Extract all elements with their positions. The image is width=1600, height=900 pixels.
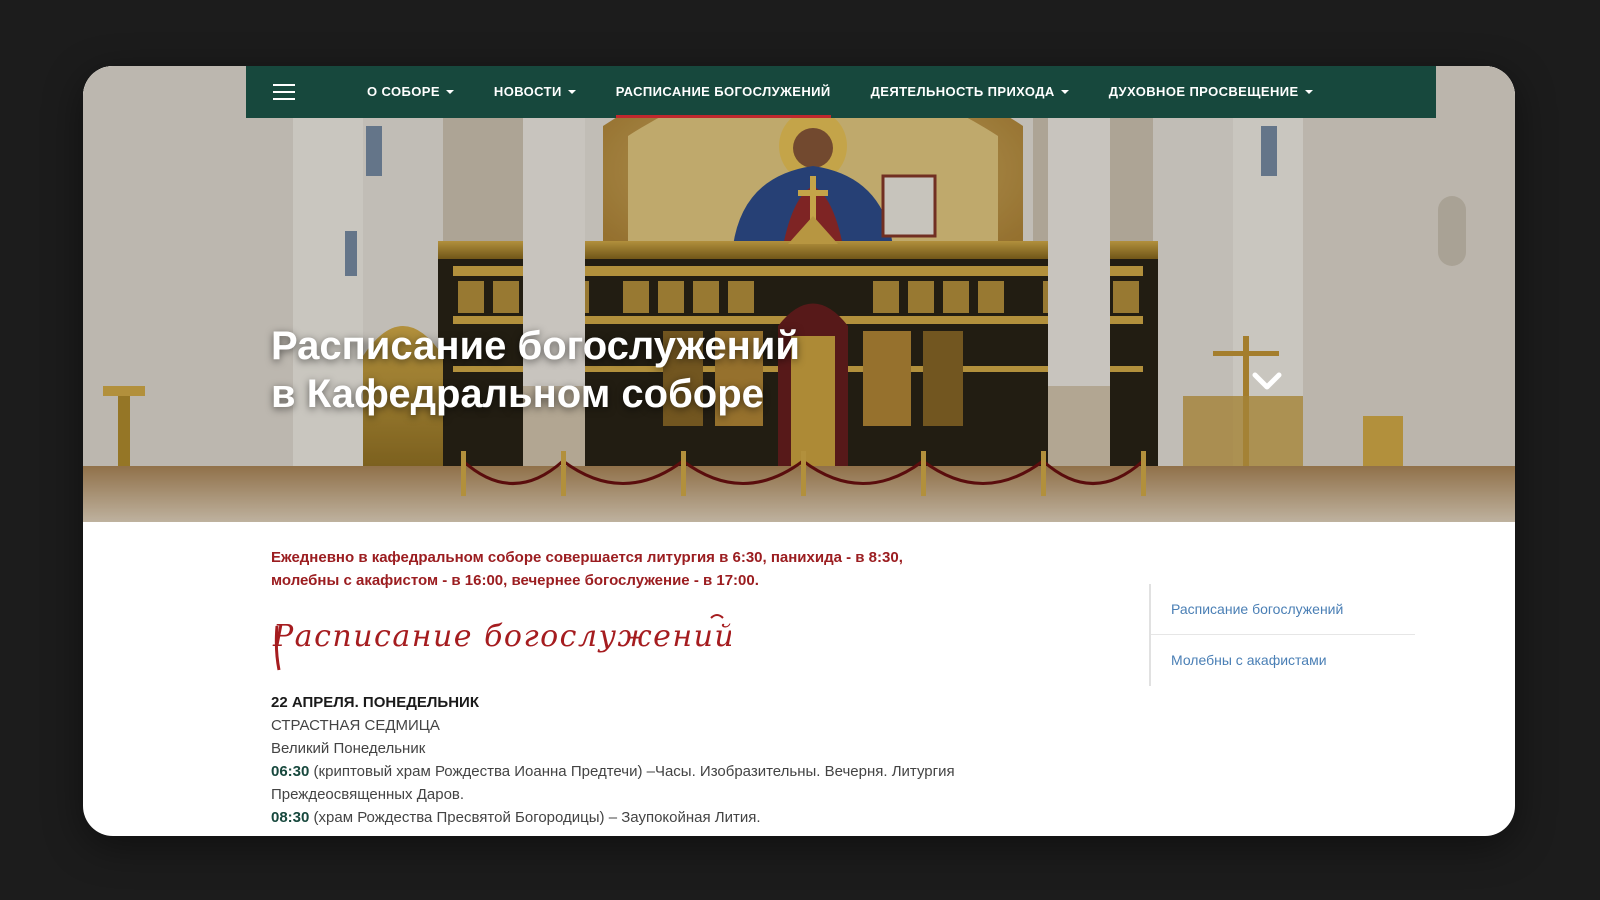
schedule-entry: 08:30 (храм Рождества Пресвятой Богороди… (271, 806, 1011, 829)
caret-down-icon (1060, 89, 1069, 94)
chevron-down-icon[interactable] (1251, 369, 1283, 393)
sidebar-link-akathist-prayers[interactable]: Молебны с акафистами (1151, 634, 1415, 685)
nav-item-spiritual-education[interactable]: ДУХОВНОЕ ПРОСВЕЩЕНИЕ (1109, 66, 1313, 118)
notice-line2: молебны с акафистом - в 16:00, вечернее … (271, 572, 759, 589)
nav-item-label: НОВОСТИ (493, 84, 562, 99)
hamburger-menu-icon[interactable] (273, 84, 295, 100)
hero-banner: Расписание богослужений в Кафедральном с… (83, 66, 1515, 522)
main-content: Ежедневно в кафедральном соборе совершае… (271, 546, 1011, 829)
nav-item-news[interactable]: НОВОСТИ (494, 66, 576, 118)
nav-item-schedule[interactable]: РАСПИСАНИЕ БОГОСЛУЖЕНИЙ (615, 66, 831, 118)
schedule-entry-text: (криптовый храм Рождества Иоанна Предтеч… (309, 763, 955, 780)
page-title-line2: в Кафедральном соборе (271, 372, 764, 416)
nav-item-label: РАСПИСАНИЕ БОГОСЛУЖЕНИЙ (615, 84, 831, 99)
browser-window: Расписание богослужений в Кафедральном с… (83, 66, 1515, 836)
schedule-day: Великий Понедельник (271, 740, 426, 757)
nav-item-parish-activity[interactable]: ДЕЯТЕЛЬНОСТЬ ПРИХОДА (871, 66, 1069, 118)
caret-down-icon (567, 89, 576, 94)
sidebar-menu: Расписание богослужений Молебны с акафис… (1149, 584, 1415, 686)
nav-item-label: ДУХОВНОЕ ПРОСВЕЩЕНИЕ (1108, 84, 1299, 99)
schedule-list: 22 АПРЕЛЯ. ПОНЕДЕЛЬНИК СТРАСТНАЯ СЕДМИЦА… (271, 691, 1011, 829)
schedule-entry-text: (храм Рождества Пресвятой Богородицы) – … (309, 809, 761, 826)
nav-item-label: ДЕЯТЕЛЬНОСТЬ ПРИХОДА (870, 84, 1055, 99)
sidebar-link-schedule[interactable]: Расписание богослужений (1151, 584, 1415, 634)
schedule-entry-time: 06:30 (271, 763, 310, 780)
nav-item-about[interactable]: О СОБОРЕ (367, 66, 454, 118)
schedule-heading-text: Расписание богослужений (272, 619, 731, 654)
daily-services-notice: Ежедневно в кафедральном соборе совершае… (271, 546, 1011, 592)
cathedral-interior-image (83, 66, 1515, 522)
schedule-entry-time: 08:30 (271, 809, 310, 826)
caret-down-icon (445, 89, 454, 94)
schedule-entry-continuation: Преждеосвященных Даров. (271, 786, 465, 803)
page-title-line1: Расписание богослужений (271, 324, 800, 368)
caret-down-icon (1304, 89, 1313, 94)
schedule-date: 22 АПРЕЛЯ. ПОНЕДЕЛЬНИК (271, 694, 479, 711)
schedule-week: СТРАСТНАЯ СЕДМИЦА (271, 717, 440, 734)
nav-item-label: О СОБОРЕ (367, 84, 440, 99)
schedule-script-heading: Расписание богослужений (272, 614, 734, 671)
notice-line1: Ежедневно в кафедральном соборе совершае… (271, 549, 903, 566)
main-navigation: О СОБОРЕ НОВОСТИ РАСПИСАНИЕ БОГОСЛУЖЕНИЙ… (246, 66, 1436, 118)
page-title: Расписание богослужений в Кафедральном с… (271, 322, 800, 418)
schedule-entry: 06:30 (криптовый храм Рождества Иоанна П… (271, 760, 1011, 783)
